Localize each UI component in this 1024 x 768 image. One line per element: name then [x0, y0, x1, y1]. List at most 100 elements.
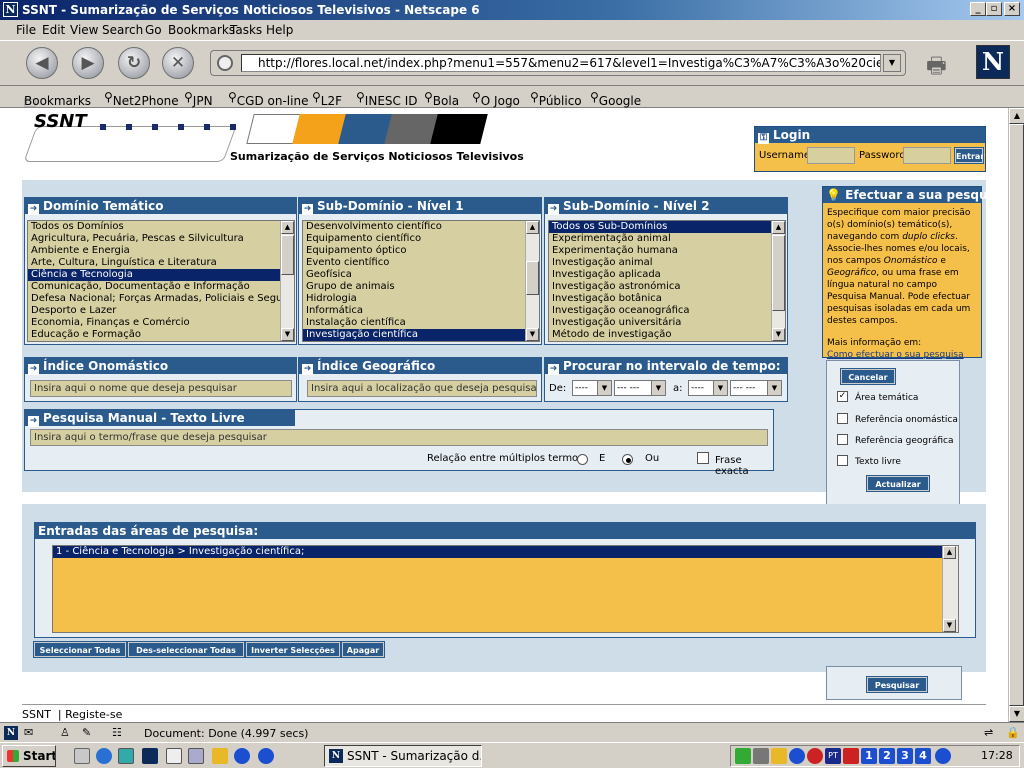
close-button[interactable]: × [1004, 2, 1020, 16]
tray-antivirus-icon[interactable] [807, 748, 823, 764]
radio-e[interactable] [577, 454, 588, 465]
desktop-4-icon[interactable]: 4 [915, 748, 931, 764]
pencil-icon[interactable] [212, 748, 228, 764]
dominio-option[interactable]: Economia, Finanças e Comércio [28, 317, 294, 329]
tray-help-icon[interactable] [789, 748, 805, 764]
page-scrollbar[interactable]: ▲ ▼ [1008, 108, 1024, 722]
forward-icon[interactable]: ▶ [72, 47, 104, 79]
tray-pencil-icon[interactable] [771, 748, 787, 764]
nivel1-option[interactable]: Instalação científica [303, 317, 539, 329]
nivel1-option[interactable]: Equipamento óptico [303, 245, 539, 257]
back-icon[interactable]: ◀ [26, 47, 58, 79]
tray-app-icon[interactable] [735, 748, 751, 764]
network-icon[interactable] [118, 748, 134, 764]
tray-alert-icon[interactable] [843, 748, 859, 764]
entradas-scrollbar[interactable]: ▲ ▼ [942, 546, 958, 632]
bookmark-net2phone[interactable]: ⚲ Net2Phone [104, 90, 179, 108]
netscape-throbber-icon[interactable]: N [976, 45, 1010, 79]
de-year-select[interactable]: ---- ▼ [572, 380, 612, 396]
a-year-select[interactable]: ---- ▼ [688, 380, 728, 396]
url-input[interactable] [241, 54, 881, 72]
nivel2-option[interactable]: Investigação oceanográfica [549, 305, 785, 317]
geografico-input[interactable]: Insira aqui a localização que deseja pes… [307, 380, 537, 397]
scroll-thumb[interactable] [1009, 124, 1024, 706]
nivel1-option[interactable]: Investigação científica [303, 329, 539, 341]
nivel2-option[interactable]: Método de investigação [549, 329, 785, 341]
stop-icon[interactable]: ✕ [162, 47, 194, 79]
dominio-option[interactable]: Todos os Domínios [28, 221, 294, 233]
bookmark-bola[interactable]: ⚲ Bola [424, 90, 459, 108]
nivel2-option[interactable]: Todos os Sub-Domínios [549, 221, 785, 233]
menu-edit[interactable]: Edit [42, 23, 65, 37]
nivel1-option[interactable]: Equipamento científico [303, 233, 539, 245]
addressbook-icon[interactable]: ☷ [112, 726, 122, 739]
login-button[interactable]: Entrar [954, 147, 984, 164]
invert-selection-button[interactable]: Inverter Selecções [245, 641, 341, 658]
menu-view[interactable]: View [70, 23, 98, 37]
desktop-1-icon[interactable]: 1 [861, 748, 877, 764]
nivel1-option[interactable]: Evento científico [303, 257, 539, 269]
printer-icon[interactable]: 🖶 [926, 49, 966, 79]
ie-icon[interactable] [96, 748, 112, 764]
search-button[interactable]: Pesquisar [866, 676, 928, 693]
dominio-scrollbar[interactable]: ▲ ▼ [280, 221, 294, 341]
nivel1-option[interactable]: Informática [303, 305, 539, 317]
manual-input[interactable]: Insira aqui o termo/frase que deseja pes… [30, 429, 768, 446]
footer-text[interactable]: SSNT | Registe-se [22, 708, 122, 721]
mail-icon[interactable]: ✉ [24, 726, 33, 739]
entrada-item[interactable]: 1 - Ciência e Tecnologia > Investigação … [53, 546, 942, 558]
person-icon[interactable]: ♙ [60, 726, 70, 739]
onomastico-input[interactable]: Insira aqui o nome que deseja pesquisar [30, 380, 292, 397]
menu-file[interactable]: File [16, 23, 36, 37]
menu-go[interactable]: Go [145, 23, 162, 37]
dominio-listbox[interactable]: Todos os Domínios Agricultura, Pecuária, … [27, 220, 295, 342]
nivel2-option[interactable]: Investigação botânica [549, 293, 785, 305]
url-dropdown-icon[interactable]: ▼ [883, 54, 901, 72]
reload-icon[interactable]: ↻ [118, 47, 150, 79]
messenger-icon[interactable] [234, 748, 250, 764]
nivel2-option[interactable]: Experimentação humana [549, 245, 785, 257]
ref-geografica-checkbox[interactable] [837, 434, 848, 445]
nivel2-option[interactable]: Investigação aplicada [549, 269, 785, 281]
menu-bookmarks[interactable]: Bookmarks [168, 23, 235, 37]
nivel1-option[interactable]: Geofísica [303, 269, 539, 281]
bookmark-l2f[interactable]: ⚲ L2F [312, 90, 342, 108]
maximize-button[interactable]: ▫ [986, 2, 1002, 16]
frase-exacta-checkbox[interactable] [697, 452, 709, 464]
dominio-option[interactable]: Desporto e Lazer [28, 305, 294, 317]
start-button[interactable]: Start [2, 745, 56, 767]
nivel1-listbox[interactable]: Desenvolvimento científico Equipamento ci… [302, 220, 540, 342]
bookmark-publico[interactable]: ⚲ Público [530, 90, 582, 108]
desktop-icon[interactable] [74, 748, 90, 764]
dominio-option[interactable]: Educação e Formação [28, 329, 294, 341]
delete-button[interactable]: Apagar [341, 641, 385, 658]
cancel-button[interactable]: Cancelar [840, 368, 896, 385]
menu-tasks[interactable]: Tasks [230, 23, 262, 37]
bookmark-cgd[interactable]: ⚲ CGD on-line [228, 90, 308, 108]
select-all-button[interactable]: Seleccionar Todas [33, 641, 127, 658]
nivel2-option[interactable]: Investigação astronómica [549, 281, 785, 293]
menu-help[interactable]: Help [266, 23, 293, 37]
de-month-select[interactable]: --- --- ▼ [614, 380, 666, 396]
search-icon[interactable] [217, 55, 233, 71]
nivel2-scrollbar[interactable]: ▲ ▼ [771, 221, 785, 341]
bookmark-jpn[interactable]: ⚲ JPN [184, 90, 213, 108]
desktop-3-icon[interactable]: 3 [897, 748, 913, 764]
netscape-mini-icon[interactable]: N [4, 726, 18, 740]
update-button[interactable]: Actualizar [866, 475, 930, 492]
language-icon[interactable]: PT [825, 748, 841, 764]
window-title-bar[interactable]: N SSNT - Sumarização de Serviços Noticio… [0, 0, 1024, 20]
password-field[interactable] [903, 147, 951, 164]
ref-onomastica-checkbox[interactable] [837, 413, 848, 424]
calculator-icon[interactable] [166, 748, 182, 764]
dominio-option[interactable]: Arte, Cultura, Linguística e Literatura [28, 257, 294, 269]
desktop-2-icon[interactable]: 2 [879, 748, 895, 764]
a-month-select[interactable]: --- --- ▼ [730, 380, 782, 396]
entradas-listbox[interactable]: 1 - Ciência e Tecnologia > Investigação … [52, 545, 959, 633]
dominio-option[interactable]: Ciência e Tecnologia [28, 269, 294, 281]
tray-msn-icon[interactable] [935, 748, 951, 764]
nivel1-option[interactable]: Grupo de animais [303, 281, 539, 293]
netscape-quick-icon[interactable] [142, 748, 158, 764]
scroll-down-icon[interactable]: ▼ [1009, 706, 1024, 722]
bookmark-inesc[interactable]: ⚲ INESC ID [356, 90, 417, 108]
